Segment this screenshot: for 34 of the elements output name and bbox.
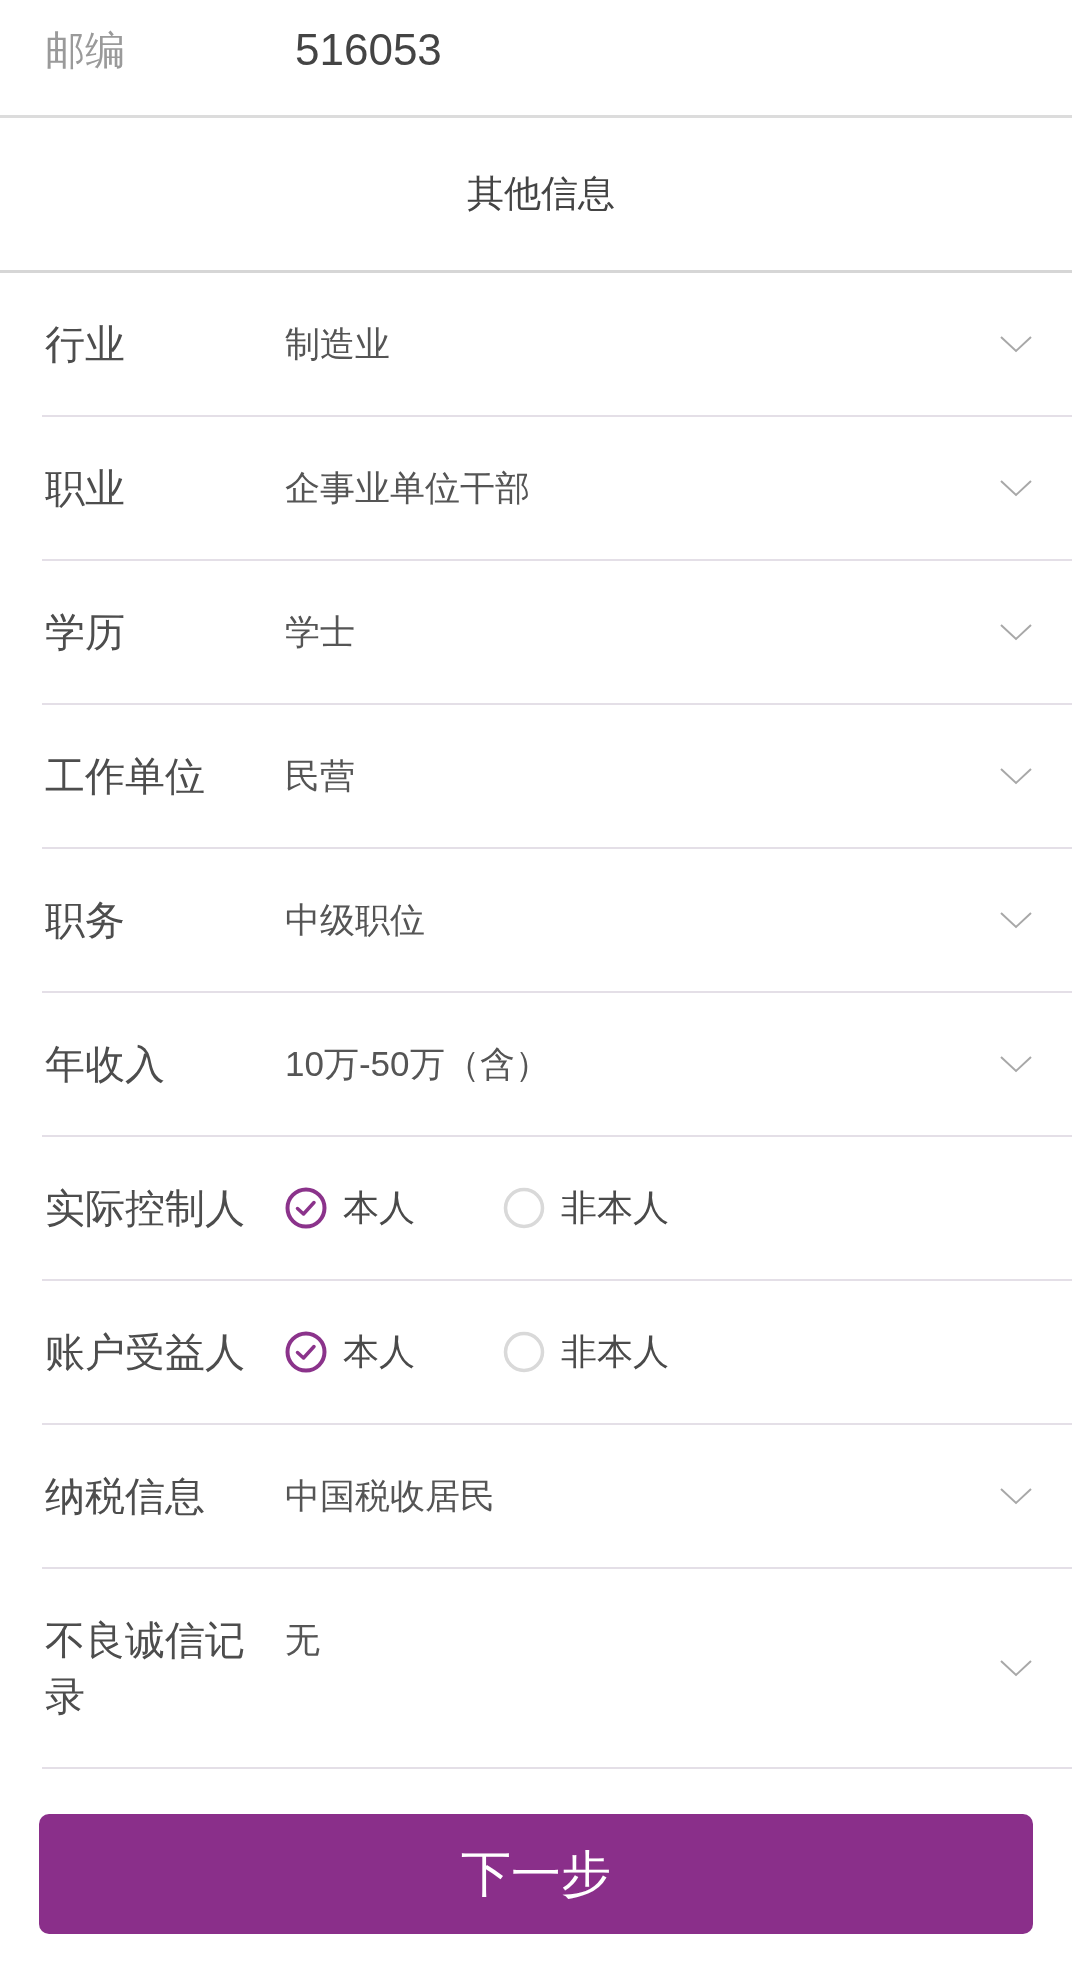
dropdown-field[interactable]: 中级职位 (285, 892, 1032, 948)
postal-code-field[interactable]: 516053 (295, 22, 695, 78)
field-label: 职业 (45, 465, 126, 512)
section-title: 其他信息 (466, 172, 615, 216)
next-button[interactable]: 下一步 (39, 1814, 1033, 1934)
field-label: 实际控制人 (45, 1185, 246, 1232)
field-label: 账户受益人 (45, 1329, 246, 1376)
chevron-down-icon (1000, 479, 1032, 497)
radio-option[interactable]: 本人 (285, 1180, 415, 1236)
field-label: 纳税信息 (45, 1473, 206, 1520)
field-label: 年收入 (45, 1041, 166, 1088)
field-label: 工作单位 (45, 753, 206, 800)
dropdown-field[interactable]: 企事业单位干部 (285, 460, 1032, 516)
chevron-down-icon (1000, 335, 1032, 353)
dropdown-field[interactable]: 无 (285, 1612, 1032, 1724)
dropdown-field[interactable]: 10万-50万（含） (285, 1036, 1032, 1092)
dropdown-field[interactable]: 学士 (285, 604, 1032, 660)
field-label: 学历 (45, 609, 126, 656)
chevron-down-icon (1000, 1659, 1032, 1677)
field-label: 行业 (45, 321, 126, 368)
radio-option[interactable]: 非本人 (503, 1324, 669, 1380)
chevron-down-icon (1000, 1055, 1032, 1073)
chevron-down-icon (1000, 623, 1032, 641)
field-label: 不良诚信记录 (45, 1617, 246, 1720)
dropdown-field[interactable]: 民营 (285, 748, 1032, 804)
chevron-down-icon (1000, 1487, 1032, 1505)
field-label: 职务 (45, 897, 126, 944)
chevron-down-icon (1000, 767, 1032, 785)
radio-option[interactable]: 非本人 (503, 1180, 669, 1236)
postal-code-label: 邮编 (45, 27, 126, 74)
radio-option[interactable]: 本人 (285, 1324, 415, 1380)
chevron-down-icon (1000, 911, 1032, 929)
dropdown-field[interactable]: 制造业 (285, 316, 1032, 372)
dropdown-field[interactable]: 中国税收居民 (285, 1468, 1032, 1524)
